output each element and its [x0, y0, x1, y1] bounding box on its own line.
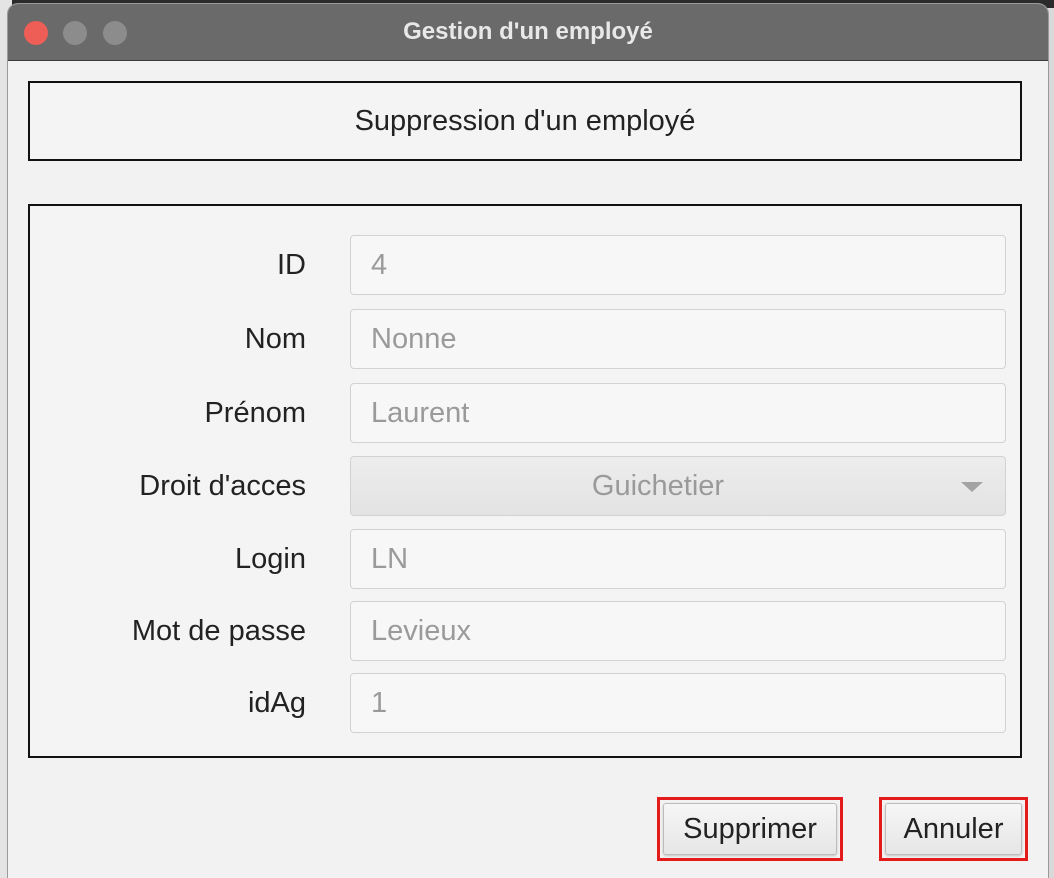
droit-acces-label: Droit d'acces	[139, 470, 306, 502]
mot-de-passe-label: Mot de passe	[131, 615, 306, 647]
form-row-id: ID 4	[30, 235, 1020, 295]
id-label: ID	[277, 249, 306, 281]
title-bar[interactable]: Gestion d'un employé	[8, 4, 1048, 61]
mot-de-passe-field[interactable]: Levieux	[350, 601, 1006, 661]
login-field[interactable]: LN	[350, 529, 1006, 589]
form-row-login: Login LN	[30, 529, 1020, 589]
header-panel: Suppression d'un employé	[28, 81, 1022, 161]
id-field[interactable]: 4	[350, 235, 1006, 295]
form-row-prenom: Prénom Laurent	[30, 383, 1020, 443]
form-row-nom: Nom Nonne	[30, 309, 1020, 369]
form-row-droit-acces: Droit d'acces Guichetier	[30, 456, 1020, 516]
dialog-heading: Suppression d'un employé	[354, 105, 696, 137]
employee-form: ID 4 Nom Nonne Prénom Laurent Droit d'ac…	[28, 204, 1022, 758]
prenom-field[interactable]: Laurent	[350, 383, 1006, 443]
delete-button[interactable]: Supprimer	[663, 803, 837, 855]
prenom-label: Prénom	[204, 397, 306, 429]
cancel-button-highlight: Annuler	[879, 797, 1028, 861]
dialog-window: Gestion d'un employé Suppression d'un em…	[8, 4, 1048, 878]
idag-field[interactable]: 1	[350, 673, 1006, 733]
nom-field[interactable]: Nonne	[350, 309, 1006, 369]
window-title: Gestion d'un employé	[403, 18, 653, 45]
cancel-button[interactable]: Annuler	[885, 803, 1022, 855]
form-row-mot-de-passe: Mot de passe Levieux	[30, 601, 1020, 661]
login-label: Login	[235, 543, 306, 575]
droit-acces-select[interactable]: Guichetier	[350, 456, 1006, 516]
droit-acces-value: Guichetier	[591, 470, 725, 502]
nom-label: Nom	[244, 323, 306, 355]
chevron-down-icon	[961, 482, 983, 492]
idag-label: idAg	[247, 687, 306, 719]
delete-button-highlight: Supprimer	[657, 797, 843, 861]
form-row-idag: idAg 1	[30, 673, 1020, 733]
